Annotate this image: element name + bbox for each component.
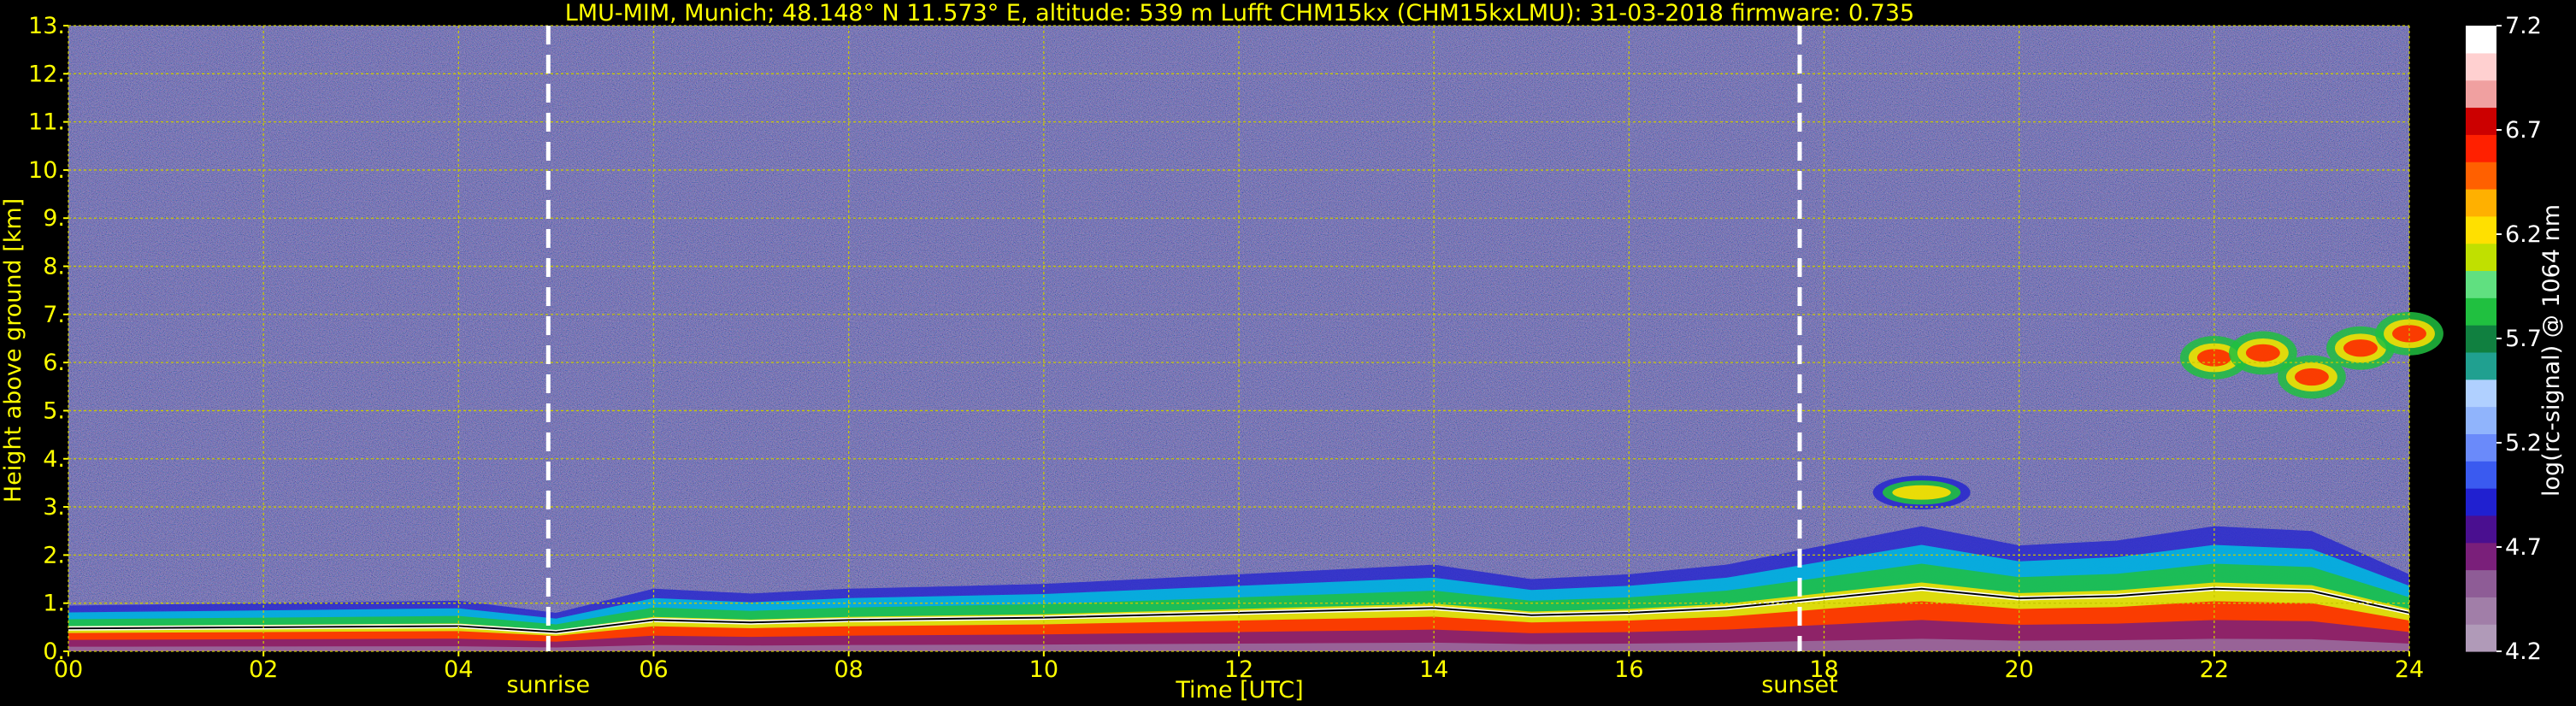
- x-tick-label: 02: [249, 656, 278, 683]
- cirrus-cell: [2343, 339, 2378, 357]
- colorbar-segment: [2466, 379, 2496, 408]
- y-axis-label: Height above ground [km]: [0, 198, 27, 503]
- y-tick-label: 1.: [43, 591, 65, 617]
- elevated-layer-2: [1892, 485, 1951, 500]
- colorbar-tick-label: 6.7: [2505, 117, 2542, 144]
- x-tick-label: 14: [1419, 656, 1448, 683]
- colorbar-segment: [2466, 542, 2496, 571]
- colorbar-segment: [2466, 26, 2496, 54]
- chart-title: LMU-MIM, Munich; 48.148° N 11.573° E, al…: [565, 0, 1914, 26]
- colorbar-segment: [2466, 134, 2496, 162]
- plot-area: [68, 25, 2443, 652]
- colorbar-segment: [2466, 162, 2496, 190]
- colorbar-segment: [2466, 406, 2496, 434]
- y-tick-label: 4.: [43, 446, 65, 473]
- colorbar-segment: [2466, 79, 2496, 109]
- colorbar-segment: [2466, 515, 2496, 544]
- colorbar-segment: [2466, 215, 2496, 244]
- colorbar-tick-label: 6.2: [2505, 221, 2542, 248]
- y-tick-label: 6.: [43, 350, 65, 376]
- colorbar-segment: [2466, 270, 2496, 298]
- colorbar-tick-label: 4.2: [2505, 638, 2542, 665]
- y-tick-label: 12.: [28, 61, 65, 87]
- y-axis: 0. 1. 2. 3. 4. 5. 6. 7. 8. 9. 10. 11. 12. 13.: [28, 13, 68, 665]
- ceilometer-chart: LMU-MIM, Munich; 48.148° N 11.573° E, al…: [0, 0, 2565, 703]
- colorbar-segment: [2466, 488, 2496, 516]
- colorbar-label: log(rc-signal) @ 1064 nm: [2538, 204, 2565, 497]
- colorbar-segment: [2466, 243, 2496, 272]
- cirrus-cell: [2245, 344, 2280, 362]
- colorbar-tick-label: 7.2: [2505, 13, 2542, 39]
- colorbar-tick-label: 4.7: [2505, 534, 2542, 561]
- colorbar-segment: [2466, 569, 2496, 597]
- colorbar-tick-label: 5.2: [2505, 430, 2542, 456]
- colorbar-tick-label: 5.7: [2505, 326, 2542, 352]
- colorbar-segment: [2466, 52, 2496, 81]
- y-tick-label: 13.: [28, 13, 65, 39]
- colorbar-segment: [2466, 325, 2496, 353]
- x-tick-label: 18: [1809, 656, 1838, 683]
- x-tick-label: 08: [834, 656, 863, 683]
- cirrus-cell: [2294, 368, 2329, 386]
- colorbar-segment: [2466, 297, 2496, 326]
- colorbar-segment: [2466, 597, 2496, 625]
- x-tick-label: 20: [2004, 656, 2033, 683]
- y-tick-label: 5.: [43, 397, 65, 424]
- x-tick-label: 06: [639, 656, 668, 683]
- y-tick-label: 0.: [43, 638, 65, 665]
- colorbar: 4.2 4.7 5.2 5.7 6.2 6.7 7.2: [2466, 13, 2542, 665]
- y-tick-label: 9.: [43, 205, 65, 232]
- y-tick-label: 7.: [43, 302, 65, 328]
- sunrise-label: sunrise: [507, 672, 591, 698]
- y-tick-label: 11.: [28, 109, 65, 136]
- x-tick-label: 16: [1614, 656, 1643, 683]
- colorbar-segment: [2466, 461, 2496, 489]
- y-tick-label: 3.: [43, 494, 65, 521]
- colorbar-segment: [2466, 433, 2496, 462]
- x-axis-label: Time [UTC]: [1175, 677, 1303, 703]
- cirrus-cell: [2196, 349, 2231, 367]
- colorbar-segment: [2466, 107, 2496, 135]
- y-tick-label: 8.: [43, 254, 65, 280]
- x-tick-label: 22: [2200, 656, 2229, 683]
- colorbar-segment: [2466, 351, 2496, 380]
- colorbar-segment: [2466, 188, 2496, 217]
- x-tick-label: 24: [2395, 656, 2424, 683]
- y-tick-label: 2.: [43, 542, 65, 568]
- y-tick-label: 10.: [28, 157, 65, 184]
- x-tick-label: 10: [1029, 656, 1058, 683]
- colorbar-segment: [2466, 624, 2496, 652]
- x-tick-label: 04: [444, 656, 473, 683]
